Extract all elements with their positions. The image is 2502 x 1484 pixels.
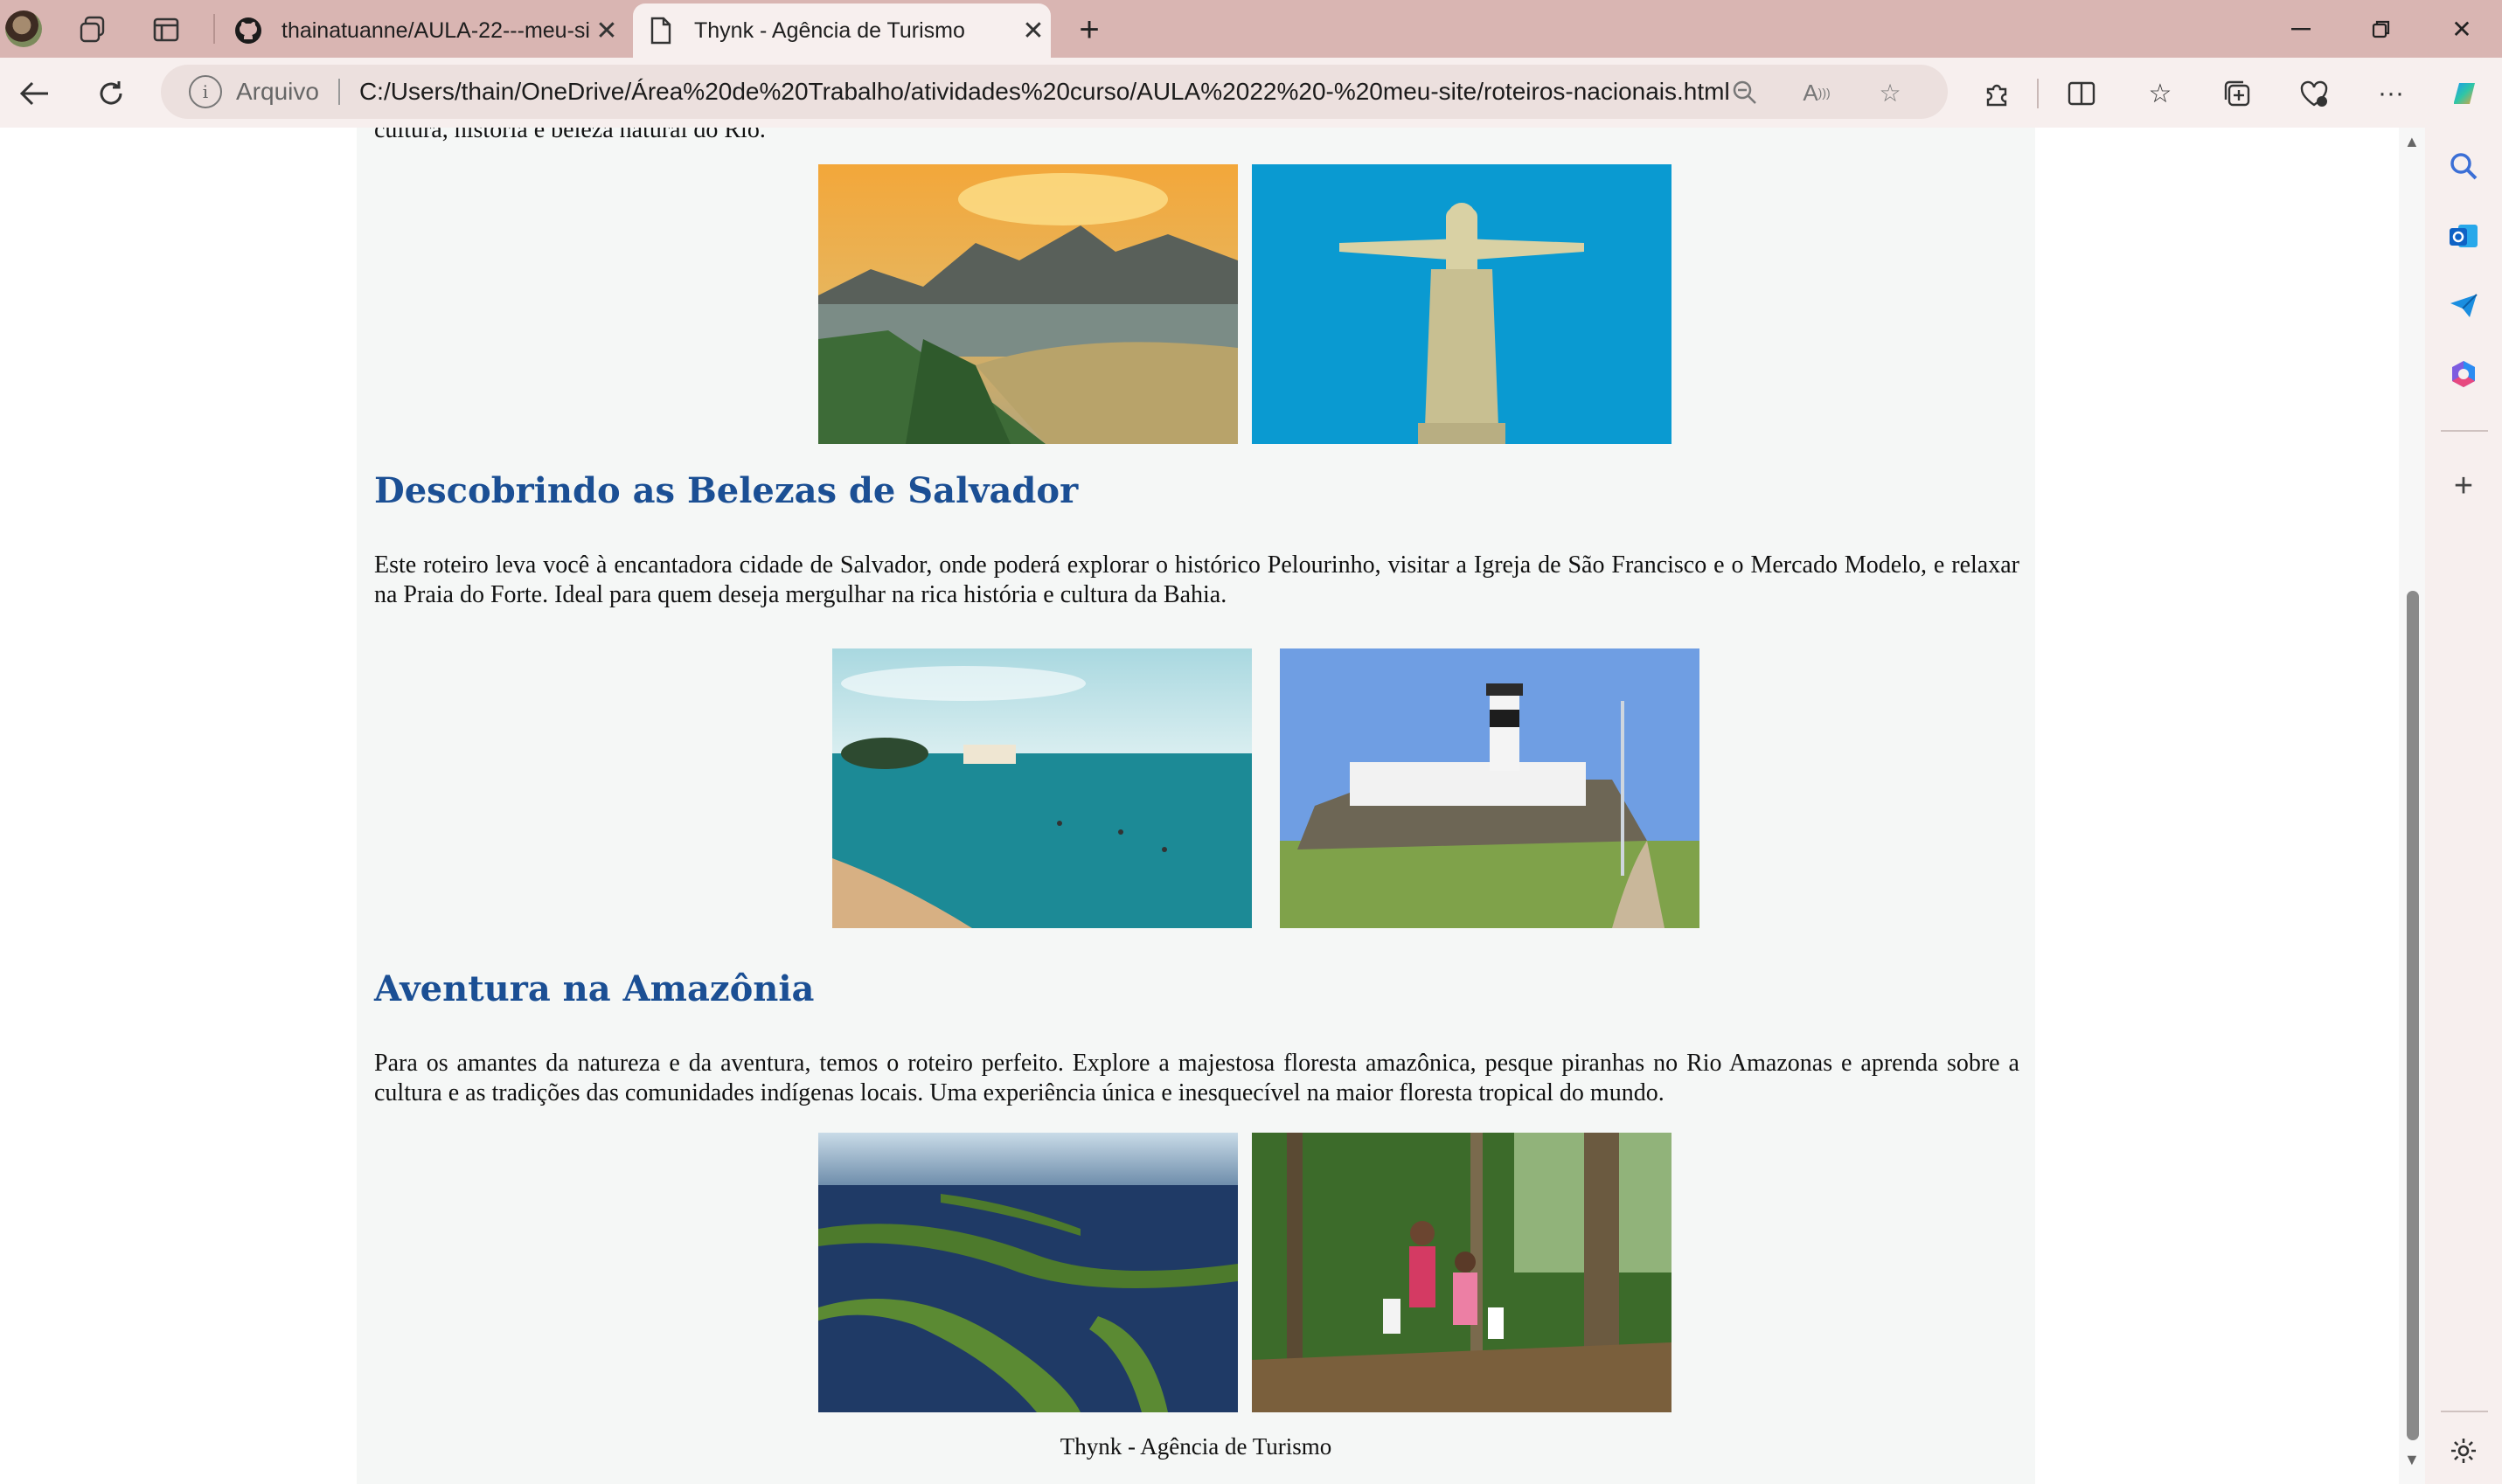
address-separator — [337, 79, 340, 105]
github-icon — [233, 15, 264, 46]
close-tab-icon[interactable]: ✕ — [589, 16, 624, 46]
page-footer: Thynk - Agência de Turismo — [1060, 1433, 1332, 1460]
tab-actions-icon[interactable] — [147, 12, 185, 47]
close-tab-icon[interactable]: ✕ — [1016, 16, 1051, 46]
collections-icon[interactable] — [2217, 73, 2257, 114]
new-tab-icon[interactable]: + — [1068, 10, 1110, 49]
sidebar-divider — [2441, 430, 2488, 432]
address-bar[interactable]: i Arquivo C:/Users/thain/OneDrive/Área%2… — [161, 65, 1948, 119]
sidebar-divider — [2441, 1411, 2488, 1412]
section-text-amazonia: Para os amantes da natureza e da aventur… — [374, 1050, 2019, 1106]
tab-bar: thainatuanne/AULA-22---meu-si ✕ Thynk - … — [0, 0, 2502, 58]
refresh-icon[interactable] — [89, 72, 133, 115]
intro-text-tail: cultura, história e beleza natural do Ri… — [374, 128, 766, 143]
back-icon[interactable] — [12, 72, 56, 115]
restore-icon[interactable] — [2355, 9, 2408, 49]
tab-thynk[interactable]: Thynk - Agência de Turismo ✕ — [633, 3, 1051, 58]
scroll-thumb[interactable] — [2407, 591, 2419, 1440]
split-screen-icon[interactable] — [2061, 73, 2102, 114]
section-text-salvador: Este roteiro leva você à encantadora cid… — [374, 551, 2019, 608]
browser-toolbar: i Arquivo C:/Users/thain/OneDrive/Área%2… — [0, 58, 2502, 128]
scroll-down-icon[interactable]: ▼ — [2404, 1451, 2420, 1469]
read-aloud-icon[interactable]: A))) — [1797, 75, 1836, 110]
browser-essentials-icon[interactable] — [2294, 73, 2334, 114]
photo-amazon-river — [818, 1133, 1238, 1412]
scroll-up-icon[interactable]: ▲ — [2404, 133, 2420, 151]
profile-avatar[interactable] — [5, 10, 42, 47]
page-scrollbar[interactable]: ▲ ▼ — [2399, 128, 2425, 1484]
workspaces-icon[interactable] — [73, 12, 112, 47]
address-scheme-label: Arquivo — [236, 78, 319, 105]
copilot-icon[interactable] — [2444, 73, 2485, 114]
section-title-salvador: Descobrindo as Belezas de Salvador — [374, 470, 1079, 511]
extensions-icon[interactable] — [1977, 73, 2018, 114]
microsoft365-icon[interactable] — [2443, 353, 2485, 395]
favorite-star-icon[interactable]: ☆ — [1871, 75, 1909, 110]
settings-gear-icon[interactable] — [2443, 1430, 2485, 1472]
send-icon[interactable] — [2443, 285, 2485, 327]
page-viewport: cultura, história e beleza natural do Ri… — [0, 128, 2399, 1484]
tab-github[interactable]: thainatuanne/AULA-22---meu-si ✕ — [220, 3, 624, 58]
photo-rio-sugarloaf — [818, 164, 1238, 444]
address-url[interactable]: C:/Users/thain/OneDrive/Área%20de%20Trab… — [359, 78, 1730, 106]
page-icon — [645, 15, 677, 46]
add-icon[interactable]: + — [2443, 465, 2485, 507]
page-container: cultura, história e beleza natural do Ri… — [357, 128, 2035, 1484]
photo-salvador-beach — [832, 648, 1252, 928]
favorites-icon[interactable]: ☆ — [2140, 73, 2180, 114]
edge-sidebar: + — [2425, 128, 2502, 1484]
close-window-icon[interactable]: ✕ — [2436, 9, 2488, 49]
info-icon[interactable]: i — [189, 75, 222, 108]
zoom-icon[interactable] — [1726, 75, 1764, 110]
more-options-icon[interactable]: ··· — [2371, 73, 2411, 114]
tab-title: thainatuanne/AULA-22---meu-si — [281, 17, 589, 43]
tab-title: Thynk - Agência de Turismo — [694, 17, 965, 43]
photo-amazon-community — [1252, 1133, 1671, 1412]
search-icon[interactable] — [2443, 145, 2485, 187]
photo-salvador-lighthouse — [1280, 648, 1699, 928]
outlook-icon[interactable] — [2443, 215, 2485, 257]
photo-christ-redeemer — [1252, 164, 1671, 444]
minimize-icon[interactable] — [2275, 9, 2327, 49]
toolbar-separator — [2037, 79, 2039, 108]
tab-separator — [213, 14, 215, 44]
section-title-amazonia: Aventura na Amazônia — [374, 968, 815, 1009]
